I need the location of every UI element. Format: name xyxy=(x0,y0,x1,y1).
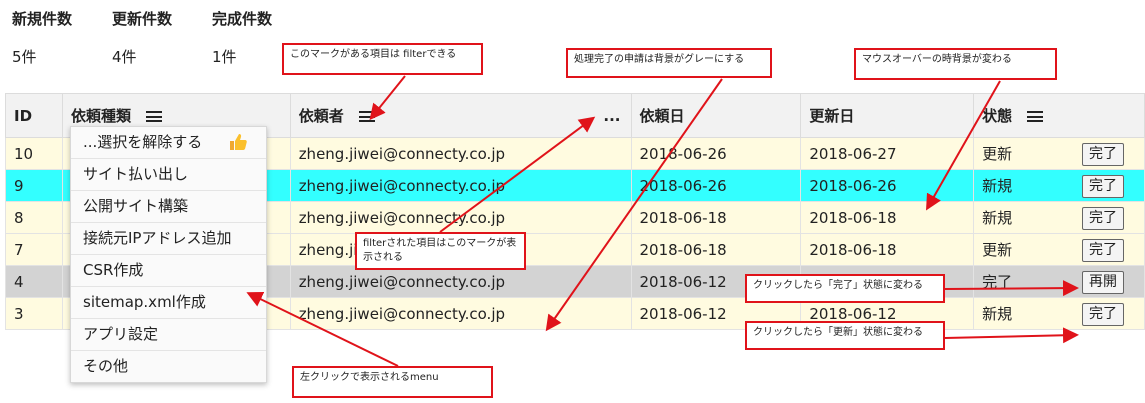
cell-id: 9 xyxy=(5,169,63,202)
cell-requester: zheng.jiwei@connecty.co.jp xyxy=(289,265,632,298)
cell-status: 完了 再開 xyxy=(973,265,1145,298)
cell-id: 4 xyxy=(5,265,63,298)
arrow-to-reopen-button xyxy=(944,327,1079,344)
cell-status: 新規 完了 xyxy=(973,201,1145,234)
cell-updated-date: 2018-06-18 xyxy=(800,201,975,234)
complete-button[interactable]: 完了 xyxy=(1082,175,1124,198)
cell-updated-date: 2018-06-26 xyxy=(800,169,975,202)
cell-request-date: 2018-06-26 xyxy=(630,137,802,170)
menu-item-other[interactable]: その他 xyxy=(71,351,266,382)
complete-button[interactable]: 完了 xyxy=(1082,303,1124,326)
reopen-button[interactable]: 再開 xyxy=(1082,271,1124,294)
column-header-status[interactable]: 状態 xyxy=(973,93,1145,138)
menu-item-csr-create[interactable]: CSR作成 xyxy=(71,255,266,287)
cell-id: 8 xyxy=(5,201,63,234)
thumbs-up-icon xyxy=(230,134,247,150)
cell-status: 新規 完了 xyxy=(973,297,1145,330)
stat-value-updated: 4件 xyxy=(112,48,137,66)
cell-requester: zheng.jiwei@connecty.co.jp xyxy=(289,169,632,202)
stat-label-new: 新規件数 xyxy=(12,10,73,28)
cell-requester: zheng.jiwei@connecty.co.jp xyxy=(289,201,632,234)
filter-menu-icon[interactable] xyxy=(1027,111,1044,122)
filter-dropdown-menu: ...選択を解除する サイト払い出し 公開サイト構築 接続元IPアドレス追加 C… xyxy=(70,126,267,383)
menu-item-add-source-ip[interactable]: 接続元IPアドレス追加 xyxy=(71,223,266,255)
cell-status: 更新 完了 xyxy=(973,233,1145,266)
annotation-grey-background: 処理完了の申請は背景がグレーにする xyxy=(566,48,772,78)
column-header-id[interactable]: ID xyxy=(5,93,63,138)
cell-requester: zheng.jiwei@connecty.co.jp xyxy=(289,297,632,330)
column-header-request-date[interactable]: 依頼日 xyxy=(630,93,802,138)
cell-id: 7 xyxy=(5,233,63,266)
cell-request-date: 2018-06-18 xyxy=(630,201,802,234)
stat-value-completed: 1件 xyxy=(212,48,237,66)
column-header-requester[interactable]: 依頼者 ... xyxy=(289,93,632,138)
annotation-filter-mark: このマークがある項目は filterできる xyxy=(282,43,483,75)
menu-item-clear-selection[interactable]: ...選択を解除する xyxy=(71,127,266,159)
menu-item-site-provision[interactable]: サイト払い出し xyxy=(71,159,266,191)
annotation-hover-background: マウスオーバーの時背景が変わる xyxy=(854,48,1057,80)
menu-item-public-site-build[interactable]: 公開サイト構築 xyxy=(71,191,266,223)
cell-request-date: 2018-06-18 xyxy=(630,233,802,266)
complete-button[interactable]: 完了 xyxy=(1082,207,1124,230)
stat-label-completed: 完成件数 xyxy=(212,10,273,28)
cell-status: 新規 完了 xyxy=(973,169,1145,202)
annotation-filtered-mark: filterされた項目はこのマークが表示される xyxy=(355,232,526,270)
filter-menu-icon[interactable] xyxy=(146,111,163,122)
cell-status: 更新 完了 xyxy=(973,137,1145,170)
filter-menu-icon[interactable] xyxy=(358,111,375,122)
complete-button[interactable]: 完了 xyxy=(1082,239,1124,262)
cell-id: 3 xyxy=(5,297,63,330)
filtered-indicator[interactable]: ... xyxy=(603,107,620,125)
stat-value-new: 5件 xyxy=(12,48,37,66)
stat-label-updated: 更新件数 xyxy=(112,10,173,28)
annotation-left-click-menu: 左クリックで表示されるmenu xyxy=(292,366,493,398)
menu-item-app-settings[interactable]: アプリ設定 xyxy=(71,319,266,351)
annotation-click-to-update: クリックしたら「更新」状態に変わる xyxy=(745,321,945,350)
menu-item-sitemap-create[interactable]: sitemap.xml作成 xyxy=(71,287,266,319)
cell-requester: zheng.jiwei@connecty.co.jp xyxy=(289,137,632,170)
column-header-updated-date[interactable]: 更新日 xyxy=(800,93,975,138)
annotation-click-to-complete: クリックしたら「完了」状態に変わる xyxy=(745,274,945,303)
cell-updated-date: 2018-06-27 xyxy=(800,137,975,170)
cell-id: 10 xyxy=(5,137,63,170)
cell-request-date: 2018-06-26 xyxy=(630,169,802,202)
complete-button[interactable]: 完了 xyxy=(1082,143,1124,166)
cell-updated-date: 2018-06-18 xyxy=(800,233,975,266)
